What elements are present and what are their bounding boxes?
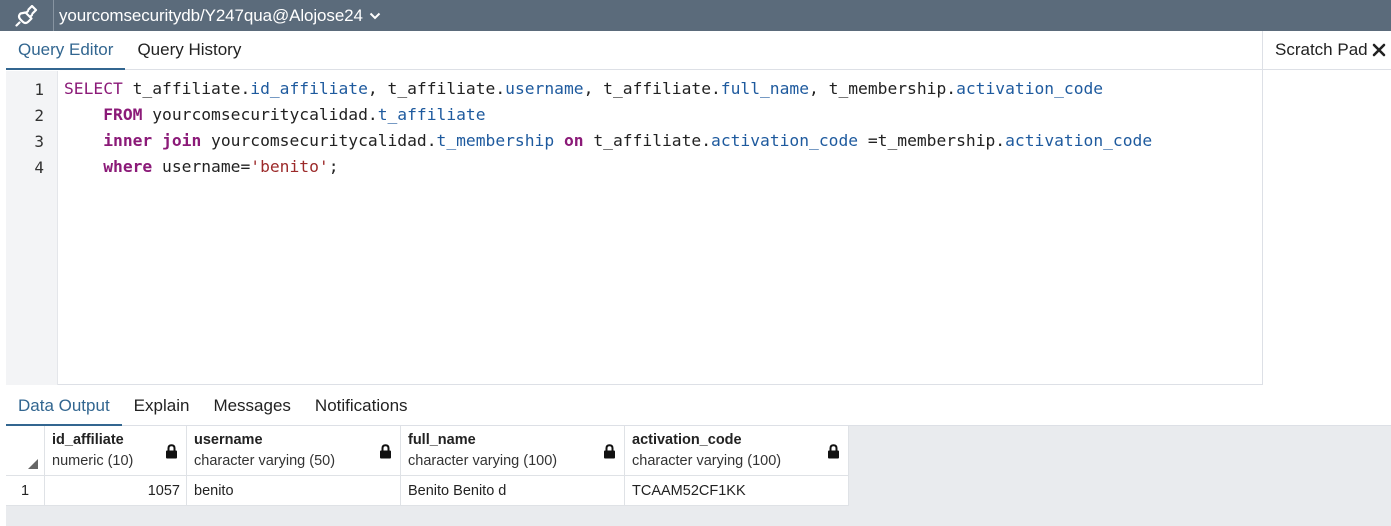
line-number: 4 (34, 158, 44, 177)
cell-value: Benito Benito d (408, 483, 507, 499)
sql-text: t_affiliate. (122, 79, 251, 98)
tab-notifications[interactable]: Notifications (303, 386, 420, 425)
column-name: username (194, 432, 263, 448)
sql-identifier: activation_code (956, 79, 1104, 98)
connection-plug-icon[interactable] (0, 0, 54, 31)
tab-label: Query Editor (18, 40, 114, 59)
tab-messages[interactable]: Messages (201, 386, 302, 425)
column-type: numeric (10) (52, 453, 134, 469)
scratch-pad-title: Scratch Pad (1275, 40, 1368, 59)
sql-identifier: id_affiliate (250, 79, 368, 98)
sql-identifier: t_membership (436, 131, 555, 150)
sql-keyword: inner join (103, 131, 202, 150)
row-number: 1 (21, 483, 30, 499)
sql-keyword: where (103, 157, 153, 176)
cell-value: 1057 (147, 483, 180, 499)
column-type: character varying (50) (194, 453, 336, 469)
lock-icon (165, 444, 178, 464)
tab-label: Query History (137, 40, 242, 59)
sql-keyword: SELECT (64, 79, 123, 98)
connection-bar: yourcomsecuritydb/Y247qua@Alojose24 (0, 0, 1391, 31)
sql-identifier: username (505, 79, 584, 98)
lock-icon (379, 444, 392, 464)
query-tool-window: yourcomsecuritydb/Y247qua@Alojose24 Quer… (0, 0, 1391, 526)
select-all-corner[interactable] (6, 426, 45, 476)
sql-text: =t_membership. (858, 131, 1006, 150)
tab-label: Explain (133, 395, 190, 415)
column-type: character varying (100) (632, 453, 782, 469)
column-name: full_name (408, 432, 476, 448)
column-header-username[interactable]: username character varying (50) (187, 426, 401, 476)
sql-identifier: t_affiliate (377, 105, 486, 124)
column-header-activation-code[interactable]: activation_code character varying (100) (625, 426, 849, 476)
scratch-pad-header: Scratch Pad (1263, 31, 1391, 70)
lock-icon (827, 444, 840, 464)
table-cell[interactable]: Benito Benito d (401, 476, 625, 506)
cell-value: TCAAM52CF1KK (632, 483, 746, 499)
sql-text: , t_affiliate. (583, 79, 721, 98)
sql-text: yourcomsecuritycalidad. (142, 105, 378, 124)
column-name: activation_code (632, 432, 742, 448)
scratch-pad-textarea[interactable] (1263, 71, 1391, 385)
row-number-cell[interactable]: 1 (6, 476, 45, 506)
tab-label: Data Output (18, 395, 110, 415)
table-cell[interactable]: benito (187, 476, 401, 506)
column-header-id-affiliate[interactable]: id_affiliate numeric (10) (45, 426, 187, 476)
data-output-grid: id_affiliate numeric (10) username chara… (6, 426, 1391, 526)
table-cell[interactable]: 1057 (45, 476, 187, 506)
sql-identifier: activation_code (711, 131, 859, 150)
sql-identifier: full_name (720, 79, 810, 98)
output-tab-bar: Data Output Explain Messages Notificatio… (6, 386, 1391, 426)
lock-icon (603, 444, 616, 464)
column-header-full-name[interactable]: full_name character varying (100) (401, 426, 625, 476)
sql-string: 'benito' (250, 157, 329, 176)
sql-text: ; (328, 157, 339, 176)
sql-text: username= (152, 157, 251, 176)
scratch-pad-panel: Scratch Pad (1262, 31, 1391, 385)
tab-query-editor[interactable]: Query Editor (6, 31, 126, 70)
tab-explain[interactable]: Explain (122, 386, 202, 425)
line-number: 1 (34, 80, 44, 99)
tab-data-output[interactable]: Data Output (6, 386, 122, 426)
editor-tab-bar: Query Editor Query History (6, 31, 1262, 70)
sql-keyword: FROM (103, 105, 143, 124)
sql-text: , t_affiliate. (367, 79, 506, 98)
chevron-down-icon[interactable] (369, 12, 381, 20)
cell-value: benito (194, 483, 234, 499)
code-line[interactable]: where username='benito'; (64, 157, 339, 176)
sql-keyword: on (563, 131, 584, 150)
tab-label: Messages (213, 395, 291, 415)
sql-text: t_affiliate. (583, 131, 712, 150)
close-icon[interactable] (1371, 41, 1387, 59)
tab-query-history[interactable]: Query History (125, 31, 253, 69)
code-line[interactable]: SELECT t_affiliate.id_affiliate, t_affil… (64, 79, 1103, 98)
column-type: character varying (100) (408, 453, 558, 469)
sql-identifier: activation_code (1005, 131, 1153, 150)
line-number: 3 (34, 132, 44, 151)
sql-editor[interactable]: 1 2 3 4 SELECT t_affiliate.id_affiliate,… (6, 71, 1262, 385)
line-number: 2 (34, 106, 44, 125)
connection-title[interactable]: yourcomsecuritydb/Y247qua@Alojose24 (54, 6, 363, 26)
sql-text: yourcomsecuritycalidad. (201, 131, 437, 150)
code-line[interactable]: inner join yourcomsecuritycalidad.t_memb… (64, 131, 1152, 150)
column-name: id_affiliate (52, 432, 124, 448)
line-number-gutter: 1 2 3 4 (6, 71, 58, 385)
table-cell[interactable]: TCAAM52CF1KK (625, 476, 849, 506)
tab-label: Notifications (314, 395, 408, 415)
sql-text: , t_membership. (809, 79, 957, 98)
code-line[interactable]: FROM yourcomsecuritycalidad.t_affiliate (64, 105, 486, 124)
